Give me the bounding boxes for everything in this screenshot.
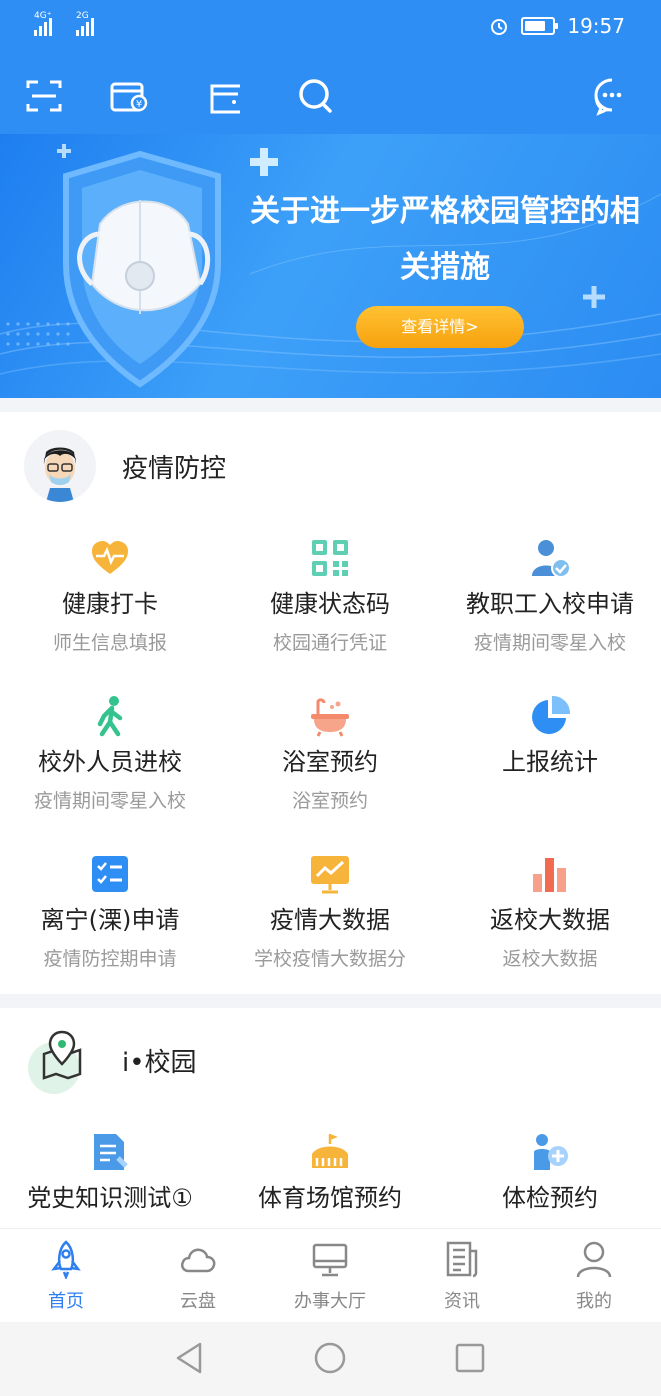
epidemic-control-section: 疫情防控 健康打卡 师生信息填报 健康状态码 校园通行凭证 教职工入校申请 疫情… [0, 412, 661, 994]
grid-item-subtitle: 疫情期间零星入校 [473, 632, 626, 654]
battery-icon [521, 17, 559, 35]
search-icon[interactable] [296, 76, 336, 116]
network-type-label: 4G⁺ [34, 11, 52, 21]
heart-pulse-icon [92, 541, 128, 574]
grid-item-leave-application[interactable]: 离宁(溧)申请 疫情防控期申请 [0, 852, 220, 974]
map-pin-icon [24, 1024, 96, 1096]
grid-item-subtitle: 校园通行凭证 [272, 632, 387, 654]
section-header: i•校园 [24, 1024, 197, 1096]
bottom-tab-bar: 首页 云盘 办事大厅 资讯 我的 [0, 1228, 661, 1322]
grid-item-staff-entry[interactable]: 教职工入校申请 疫情期间零星入校 [440, 536, 660, 658]
grid-item-bath-booking[interactable]: 浴室预约 浴室预约 [220, 694, 440, 816]
tab-profile[interactable]: 我的 [528, 1239, 660, 1313]
wallet-icon[interactable]: ¥ [108, 76, 148, 116]
avatar [24, 430, 96, 502]
system-navigation-bar [0, 1322, 661, 1396]
grid-item-subtitle: 师生信息填报 [52, 632, 167, 654]
grid-item-label: 体育场馆预约 [258, 1184, 402, 1212]
qr-code-icon [312, 540, 348, 576]
home-icon[interactable] [312, 1340, 348, 1376]
tab-label: 我的 [576, 1291, 612, 1312]
grid-item-label: 浴室预约 [282, 748, 378, 776]
user-icon [576, 1241, 612, 1278]
cloud-icon [181, 1248, 216, 1273]
tab-label: 首页 [48, 1291, 84, 1312]
signal-indicators: 4G⁺ 2G [34, 11, 94, 36]
grid-item-label: 体检预约 [502, 1184, 598, 1212]
staff-check-icon [532, 540, 571, 578]
signal-icon: 4G⁺ [34, 11, 52, 36]
campus-section: i•校园 党史知识测试① 体育场馆预约 体检预约 [0, 1008, 661, 1228]
bathtub-icon [311, 698, 349, 737]
checklist-icon [92, 856, 128, 892]
network-type-label-2: 2G [76, 11, 89, 21]
section-header: 疫情防控 [24, 430, 226, 502]
grid-item-visitor-entry[interactable]: 校外人员进校 疫情期间零星入校 [0, 694, 220, 816]
top-toolbar: ¥ [0, 56, 661, 134]
grid-item-label: 返校大数据 [490, 906, 610, 934]
tab-cloud-drive[interactable]: 云盘 [132, 1239, 264, 1313]
monitor-icon [312, 1243, 348, 1277]
bar-chart-icon [533, 858, 566, 892]
grid-item-subtitle: 浴室预约 [291, 790, 368, 812]
grid-item-label: 离宁(溧)申请 [40, 906, 180, 934]
grid-item-physical-exam-booking[interactable]: 体检预约 [440, 1130, 660, 1216]
card-icon[interactable] [206, 76, 246, 116]
grid-item-epidemic-big-data[interactable]: 疫情大数据 学校疫情大数据分 [220, 852, 440, 974]
grid-item-label: 党史知识测试① [27, 1184, 193, 1212]
trend-board-icon [311, 856, 349, 894]
grid-item-stadium-booking[interactable]: 体育场馆预约 [220, 1130, 440, 1216]
grid-item-subtitle: 返校大数据 [502, 948, 598, 970]
grid-item-health-checkin[interactable]: 健康打卡 师生信息填报 [0, 536, 220, 658]
tab-home[interactable]: 首页 [0, 1239, 132, 1313]
view-details-button[interactable]: 查看详情> [356, 306, 524, 348]
status-bar: 4G⁺ 2G 19:57 [0, 0, 661, 56]
grid-item-label: 健康打卡 [62, 590, 158, 618]
tab-label: 资讯 [444, 1291, 480, 1312]
section-title: i•校园 [122, 1047, 197, 1078]
grid-item-label: 健康状态码 [270, 590, 390, 618]
grid-item-label: 校外人员进校 [38, 748, 182, 776]
clock: 19:57 [567, 14, 625, 38]
grid-item-report-stats[interactable]: 上报统计 [440, 694, 660, 786]
recent-apps-icon[interactable] [452, 1340, 488, 1376]
walking-person-icon [97, 696, 123, 737]
grid-item-label: 疫情大数据 [270, 906, 390, 934]
section-title: 疫情防控 [122, 453, 227, 484]
announcement-banner[interactable]: 关于进一步严格校园管控的相关措施 查看详情> [0, 134, 661, 398]
grid-item-subtitle: 疫情期间零星入校 [33, 790, 186, 812]
pie-chart-icon [532, 695, 571, 734]
medical-person-icon [534, 1134, 568, 1170]
tab-service-hall[interactable]: 办事大厅 [264, 1239, 396, 1313]
svg-text:¥: ¥ [136, 99, 142, 110]
grid-item-subtitle: 疫情防控期申请 [43, 948, 177, 970]
stadium-icon [312, 1134, 348, 1168]
tab-label: 云盘 [180, 1291, 216, 1312]
tab-label: 办事大厅 [294, 1291, 366, 1312]
rocket-icon [51, 1240, 81, 1279]
scan-icon[interactable] [24, 76, 64, 116]
news-icon [446, 1241, 478, 1278]
back-icon[interactable] [172, 1340, 208, 1376]
alarm-icon [491, 19, 508, 35]
grid-item-party-history-quiz[interactable]: 党史知识测试① [0, 1130, 220, 1216]
message-icon[interactable] [592, 76, 632, 116]
grid-item-return-big-data[interactable]: 返校大数据 返校大数据 [440, 852, 660, 974]
grid-item-health-code[interactable]: 健康状态码 校园通行凭证 [220, 536, 440, 658]
signal-icon-2: 2G [76, 11, 94, 36]
tab-news[interactable]: 资讯 [396, 1239, 528, 1313]
grid-item-subtitle: 学校疫情大数据分 [253, 948, 406, 970]
grid-item-label: 上报统计 [502, 748, 598, 776]
grid-item-label: 教职工入校申请 [466, 590, 634, 618]
banner-title: 关于进一步严格校园管控的相关措施 [250, 194, 640, 285]
document-edit-icon [94, 1134, 128, 1170]
